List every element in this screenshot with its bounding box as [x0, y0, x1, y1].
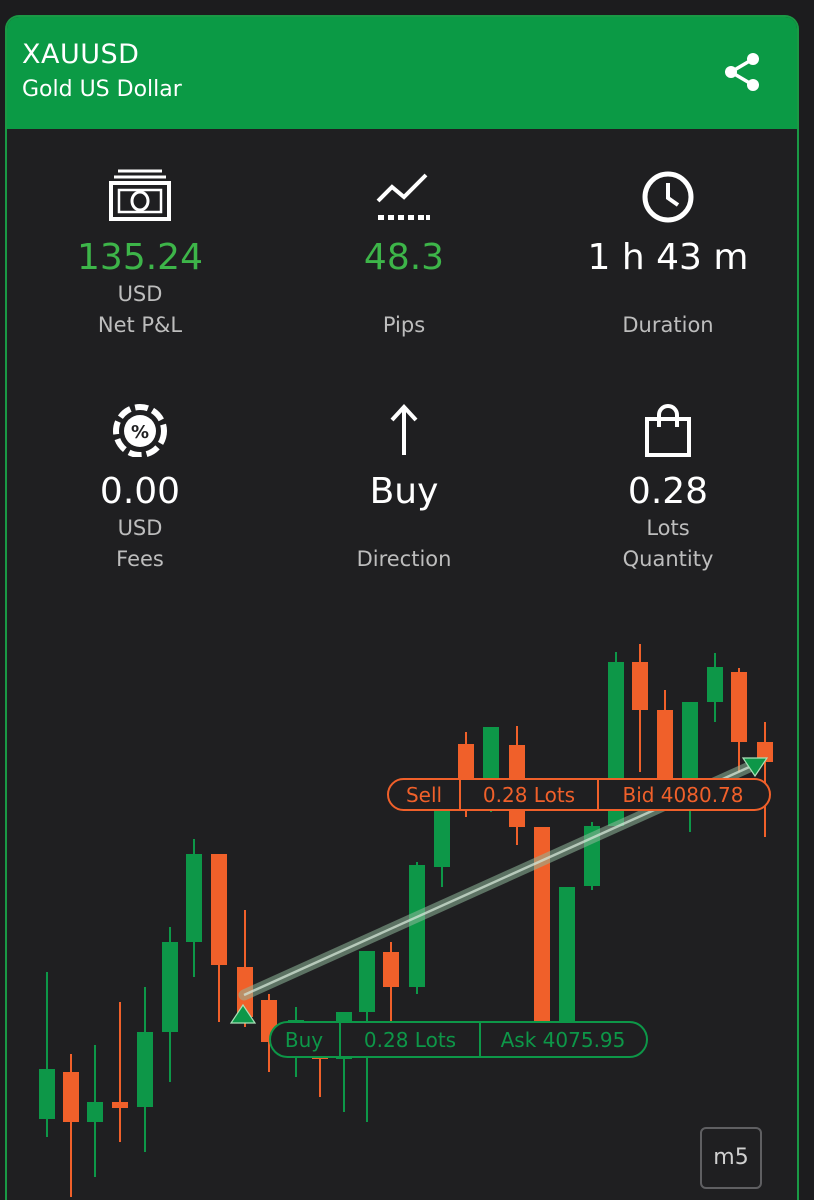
candle-up	[186, 854, 202, 942]
stat-fees: % 0.00 USD Fees	[10, 401, 270, 575]
duration-label: Duration	[622, 313, 714, 337]
candle-up	[707, 667, 723, 702]
buy-tag[interactable]: Buy 0.28 Lots Ask 4075.95	[269, 1021, 648, 1058]
svg-text:%: %	[131, 422, 149, 443]
candle-down	[632, 662, 648, 710]
net-pnl-unit: USD	[117, 282, 163, 306]
direction-label: Direction	[356, 547, 452, 571]
clock-icon	[642, 171, 694, 223]
candle-up	[682, 702, 698, 782]
fees-label: Fees	[116, 547, 164, 571]
candle-down	[383, 952, 399, 987]
candle-down	[731, 672, 747, 742]
sell-tag-lots: 0.28 Lots	[483, 783, 575, 807]
symbol-name: Gold US Dollar	[22, 77, 182, 102]
candle-up	[137, 1032, 153, 1107]
buy-tag-price: Ask 4075.95	[501, 1028, 626, 1052]
net-pnl-label: Net P&L	[97, 313, 183, 337]
quantity-label: Quantity	[622, 547, 714, 571]
pips-label: Pips	[382, 313, 426, 337]
pips-value: 48.3	[363, 237, 445, 278]
share-icon[interactable]	[721, 51, 763, 93]
price-chart[interactable]: Sell 0.28 Lots Bid 4080.78 Buy 0.28 Lots…	[7, 632, 799, 1200]
candle-down	[63, 1072, 79, 1122]
buy-tag-side: Buy	[285, 1028, 323, 1052]
trade-header: XAUUSD Gold US Dollar	[7, 17, 797, 129]
quantity-unit: Lots	[646, 516, 690, 540]
fees-value: 0.00	[99, 471, 181, 512]
fees-unit: USD	[117, 516, 163, 540]
shopping-bag-icon	[645, 404, 691, 457]
symbol-title: XAUUSD	[22, 39, 140, 70]
candle-up	[359, 951, 375, 1012]
stat-quantity: 0.28 Lots Quantity	[538, 401, 797, 575]
banknote-icon	[109, 169, 171, 221]
candle-up	[87, 1102, 103, 1122]
net-pnl-value: 135.24	[77, 237, 203, 278]
timeframe-button[interactable]: m5	[700, 1127, 762, 1189]
direction-value: Buy	[369, 471, 439, 512]
duration-value: 1 h 43 m	[587, 237, 749, 278]
arrow-up-icon	[390, 404, 418, 455]
stat-pips: 48.3 Pips	[274, 167, 534, 341]
buy-tag-lots: 0.28 Lots	[364, 1028, 456, 1052]
trade-card: XAUUSD Gold US Dollar 135.24 USD Net P&L	[5, 15, 799, 1200]
trend-chart-icon	[376, 173, 430, 220]
stat-net-pnl: 135.24 USD Net P&L	[10, 167, 270, 341]
sell-tag-side: Sell	[406, 783, 442, 807]
candle-up	[39, 1069, 55, 1119]
candle-up	[409, 865, 425, 987]
percent-circle-icon: %	[113, 404, 167, 457]
candle-down	[657, 710, 673, 782]
stat-duration: 1 h 43 m Duration	[538, 167, 797, 341]
candle-up	[162, 942, 178, 1032]
sell-tag[interactable]: Sell 0.28 Lots Bid 4080.78	[387, 778, 771, 811]
candle-down	[211, 854, 227, 965]
candle-down	[112, 1102, 128, 1108]
candle-up	[559, 887, 575, 1022]
sell-tag-price: Bid 4080.78	[622, 783, 743, 807]
stat-direction: Buy Direction	[274, 401, 534, 575]
quantity-value: 0.28	[627, 471, 709, 512]
candle-up	[434, 804, 450, 867]
